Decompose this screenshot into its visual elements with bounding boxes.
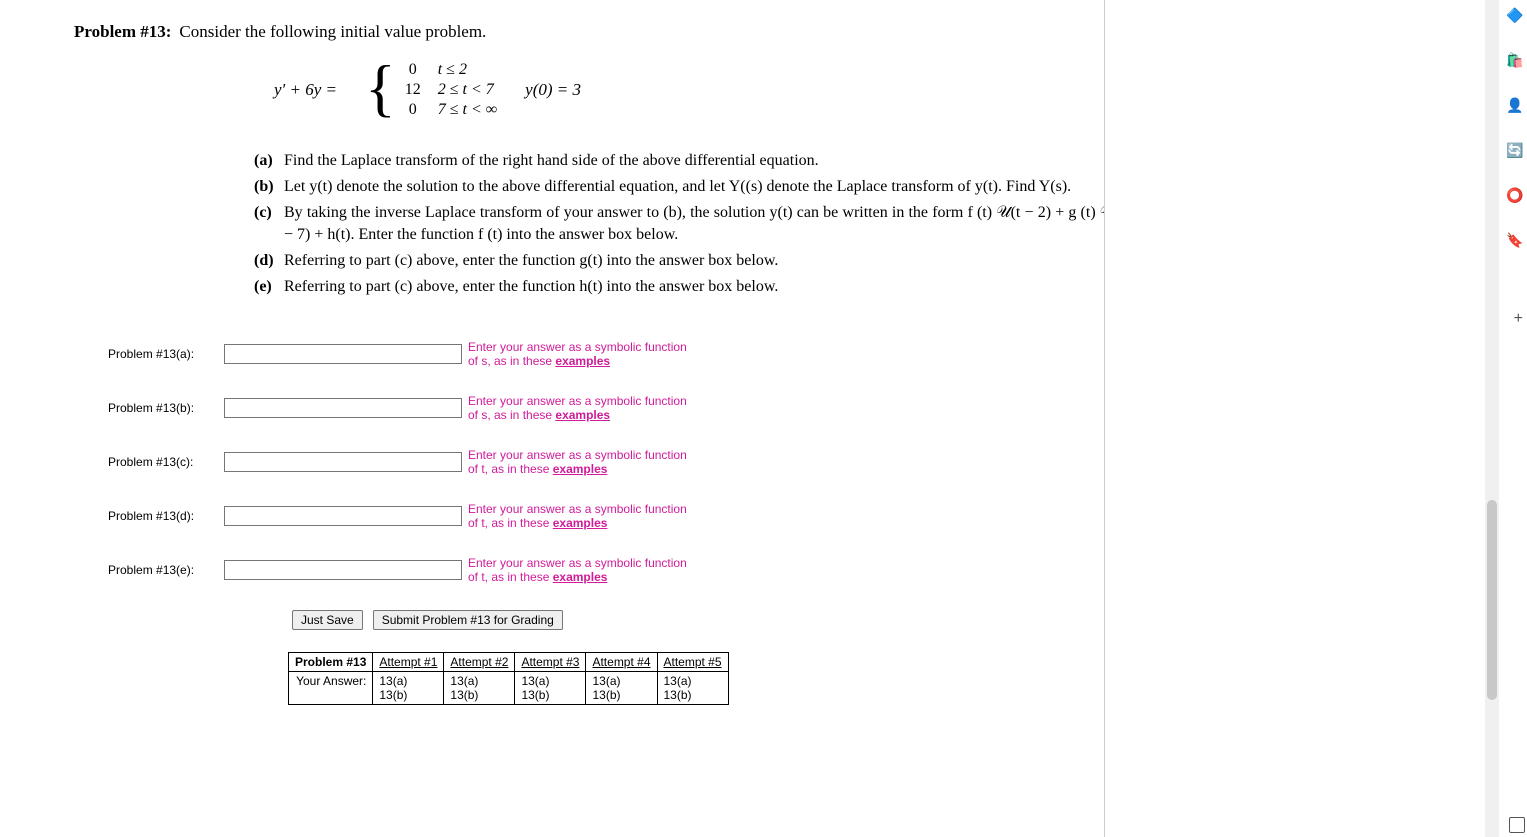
left-brace-icon: {: [365, 63, 396, 113]
part-label: (c): [254, 202, 278, 246]
answer-row-e: Problem #13(e): Enter your answer as a s…: [108, 556, 1064, 584]
answer-input-c[interactable]: [224, 452, 462, 472]
part-label: (b): [254, 176, 278, 198]
part-label: (e): [254, 276, 278, 298]
examples-link[interactable]: examples: [553, 516, 608, 530]
answer-row-a: Problem #13(a): Enter your answer as a s…: [108, 340, 1064, 368]
answer-label: Problem #13(b):: [108, 401, 218, 415]
part-text: Referring to part (c) above, enter the f…: [284, 276, 1105, 298]
part-b: (b) Let y(t) denote the solution to the …: [254, 176, 1105, 198]
add-extension-icon[interactable]: +: [1514, 310, 1523, 328]
panel-toggle-icon[interactable]: [1509, 817, 1525, 833]
answer-input-b[interactable]: [224, 398, 462, 418]
problem-header: Problem #13: Consider the following init…: [74, 22, 1064, 42]
answer-label: Problem #13(c):: [108, 455, 218, 469]
attempt-header: Attempt #5: [657, 653, 728, 672]
answer-row-b: Problem #13(b): Enter your answer as a s…: [108, 394, 1064, 422]
cell-line: 13(b): [450, 688, 478, 702]
part-label: (d): [254, 250, 278, 272]
scroll-thumb[interactable]: [1487, 500, 1497, 700]
answer-row-d: Problem #13(d): Enter your answer as a s…: [108, 502, 1064, 530]
answer-label: Problem #13(a):: [108, 347, 218, 361]
attempts-table: Problem #13 Attempt #1 Attempt #2 Attemp…: [288, 652, 1064, 705]
just-save-button[interactable]: Just Save: [292, 610, 363, 630]
part-text: By taking the inverse Laplace transform …: [284, 202, 1105, 246]
problem-number: Problem #13:: [74, 22, 171, 42]
cell-line: 13(a): [379, 674, 407, 688]
examples-link[interactable]: examples: [555, 354, 610, 368]
cell-line: 13(b): [592, 688, 620, 702]
extension-icon[interactable]: 🛍️: [1506, 53, 1523, 70]
piece-cond: 7 ≤ t < ∞: [438, 100, 497, 120]
examples-link[interactable]: examples: [555, 408, 610, 422]
piecewise-table: 0 t ≤ 2 12 2 ≤ t < 7 0 7 ≤ t < ∞: [402, 60, 497, 120]
attempt-cell: 13(a)13(b): [373, 672, 444, 705]
part-a: (a) Find the Laplace transform of the ri…: [254, 150, 1105, 172]
attempts-row-label: Your Answer:: [289, 672, 373, 705]
cell-line: 13(a): [664, 674, 692, 688]
cell-line: 13(b): [664, 688, 692, 702]
part-e: (e) Referring to part (c) above, enter t…: [254, 276, 1105, 298]
piece-cond: t ≤ 2: [438, 60, 497, 80]
cell-line: 13(a): [521, 674, 549, 688]
part-c: (c) By taking the inverse Laplace transf…: [254, 202, 1105, 246]
part-text: Referring to part (c) above, enter the f…: [284, 250, 1105, 272]
attempt-header: Attempt #2: [444, 653, 515, 672]
submit-button[interactable]: Submit Problem #13 for Grading: [373, 610, 563, 630]
answer-hint: Enter your answer as a symbolic function…: [468, 394, 698, 422]
attempt-cell: 13(a)13(b): [657, 672, 728, 705]
examples-link[interactable]: examples: [553, 570, 608, 584]
extension-icon[interactable]: 🔷: [1506, 8, 1523, 25]
attempt-header: Attempt #4: [586, 653, 657, 672]
problem-prompt: Consider the following initial value pro…: [179, 22, 486, 42]
answer-row-c: Problem #13(c): Enter your answer as a s…: [108, 448, 1064, 476]
answer-input-d[interactable]: [224, 506, 462, 526]
cell-line: 13(a): [450, 674, 478, 688]
answer-hint: Enter your answer as a symbolic function…: [468, 340, 698, 368]
scrollbar[interactable]: [1485, 0, 1499, 837]
equation: y′ + 6y = { 0 t ≤ 2 12 2 ≤ t < 7 0 7 ≤ t…: [274, 60, 1064, 120]
answer-hint: Enter your answer as a symbolic function…: [468, 502, 698, 530]
problem-content: Problem #13: Consider the following init…: [0, 0, 1105, 837]
button-row: Just Save Submit Problem #13 for Grading: [292, 610, 1064, 630]
cell-line: 13(b): [379, 688, 407, 702]
extension-icon[interactable]: 👤: [1506, 98, 1523, 115]
cell-line: 13(b): [521, 688, 549, 702]
answer-label: Problem #13(d):: [108, 509, 218, 523]
answer-hint: Enter your answer as a symbolic function…: [468, 556, 698, 584]
attempt-cell: 13(a)13(b): [586, 672, 657, 705]
cell-line: 13(a): [592, 674, 620, 688]
attempt-cell: 13(a)13(b): [515, 672, 586, 705]
browser-side-icons: 🔷 🛍️ 👤 🔄 ⭕ 🔖: [1505, 8, 1525, 250]
answer-input-a[interactable]: [224, 344, 462, 364]
piecewise: { 0 t ≤ 2 12 2 ≤ t < 7 0 7 ≤ t < ∞: [365, 60, 497, 120]
equation-lhs: y′ + 6y =: [274, 80, 337, 100]
piece-cond: 2 ≤ t < 7: [438, 80, 497, 100]
extension-icon[interactable]: 🔖: [1506, 233, 1523, 250]
page: Problem #13: Consider the following init…: [0, 0, 1527, 837]
examples-link[interactable]: examples: [553, 462, 608, 476]
answer-hint: Enter your answer as a symbolic function…: [468, 448, 698, 476]
attempt-cell: 13(a)13(b): [444, 672, 515, 705]
piece-value: 12: [402, 80, 424, 100]
parts-list: (a) Find the Laplace transform of the ri…: [254, 150, 1105, 298]
part-d: (d) Referring to part (c) above, enter t…: [254, 250, 1105, 272]
piece-value: 0: [402, 60, 424, 80]
extension-icon[interactable]: ⭕: [1506, 188, 1523, 205]
attempts-corner: Problem #13: [289, 653, 373, 672]
answer-section: Problem #13(a): Enter your answer as a s…: [74, 340, 1064, 705]
attempt-header: Attempt #3: [515, 653, 586, 672]
piece-value: 0: [402, 100, 424, 120]
attempt-header: Attempt #1: [373, 653, 444, 672]
answer-input-e[interactable]: [224, 560, 462, 580]
part-text: Find the Laplace transform of the right …: [284, 150, 1105, 172]
answer-label: Problem #13(e):: [108, 563, 218, 577]
part-label: (a): [254, 150, 278, 172]
extension-icon[interactable]: 🔄: [1506, 143, 1523, 160]
initial-condition: y(0) = 3: [525, 80, 581, 100]
part-text: Let y(t) denote the solution to the abov…: [284, 176, 1105, 198]
